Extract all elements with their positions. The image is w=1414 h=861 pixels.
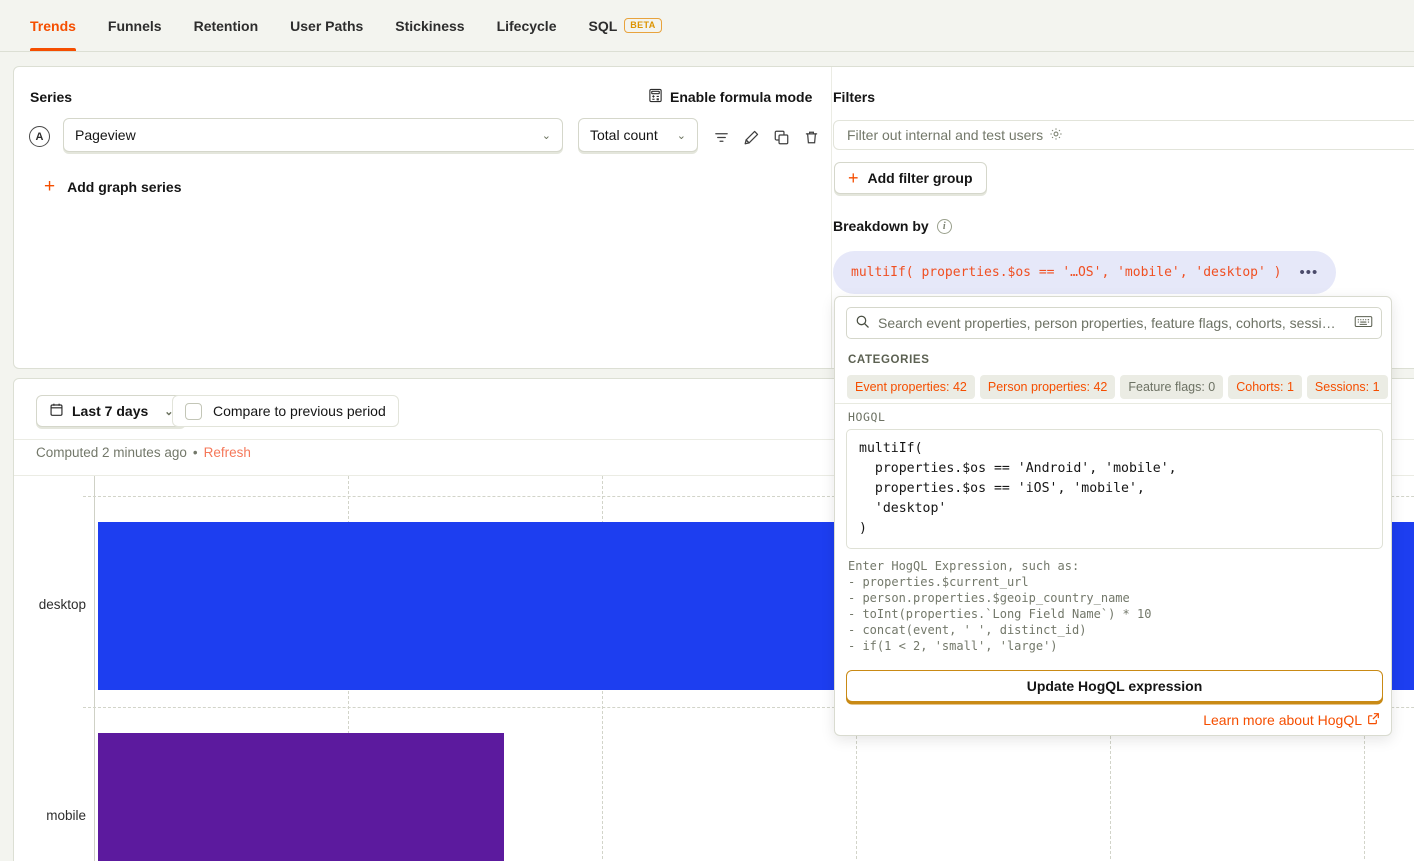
categories-label: CATEGORIES: [848, 354, 930, 366]
date-range-button[interactable]: Last 7 days ⌄: [36, 395, 186, 427]
tab-retention[interactable]: Retention: [178, 0, 275, 51]
tab-lifecycle[interactable]: Lifecycle: [481, 0, 573, 51]
bar-mobile[interactable]: [98, 733, 504, 861]
breakdown-heading: Breakdown by i: [833, 218, 952, 234]
y-axis-line: [94, 476, 95, 861]
tab-stickiness[interactable]: Stickiness: [379, 0, 480, 51]
math-select-value: Total count: [590, 127, 658, 143]
breakdown-label: Breakdown by: [833, 218, 929, 234]
hogql-help-text: Enter HogQL Expression, such as: - prope…: [848, 558, 1378, 654]
series-letter-badge: A: [29, 126, 50, 147]
search-input[interactable]: [878, 315, 1346, 331]
computed-status: Computed 2 minutes ago • Refresh: [36, 445, 251, 460]
calculator-icon: [648, 88, 663, 106]
learn-more-hogql-link[interactable]: Learn more about HogQL: [1203, 712, 1380, 728]
filter-internal-users-field[interactable]: Filter out internal and test users: [833, 120, 1414, 150]
add-filter-group-label: Add filter group: [868, 170, 973, 186]
hogql-section-label: HOGQL: [848, 410, 886, 424]
plus-icon: +: [848, 169, 859, 187]
event-select[interactable]: Pageview ⌄: [63, 118, 563, 152]
breakdown-expression: multiIf( properties.$os == '…OS', 'mobil…: [851, 265, 1281, 280]
plus-icon: +: [44, 177, 55, 196]
category-chip-list: Event properties: 42 Person properties: …: [847, 375, 1385, 399]
compare-checkbox[interactable]: [185, 403, 202, 420]
chip-event-properties[interactable]: Event properties: 42: [847, 375, 975, 399]
pencil-icon[interactable]: [740, 126, 762, 148]
tab-label: Lifecycle: [497, 18, 557, 34]
axis-tick-label: mobile: [15, 808, 86, 823]
event-select-value: Pageview: [75, 127, 136, 143]
filter-icon[interactable]: [710, 126, 732, 148]
breakdown-hogql-pill[interactable]: multiIf( properties.$os == '…OS', 'mobil…: [833, 251, 1336, 294]
add-graph-series-button[interactable]: + Add graph series: [38, 173, 187, 200]
tab-label: Stickiness: [395, 18, 464, 34]
internal-users-label: Filter out internal and test users: [847, 127, 1043, 143]
analysis-type-tabbar: Trends Funnels Retention User Paths Stic…: [0, 0, 1414, 52]
beta-badge: BETA: [624, 18, 661, 33]
math-aggregation-select[interactable]: Total count ⌄: [578, 118, 698, 152]
ellipsis-icon[interactable]: •••: [1299, 265, 1318, 280]
tab-sql[interactable]: SQL BETA: [573, 0, 678, 51]
panel-divider: [831, 67, 832, 368]
add-filter-group-button[interactable]: + Add filter group: [834, 162, 987, 194]
info-icon[interactable]: i: [937, 219, 952, 234]
series-actions: [710, 126, 822, 148]
enable-formula-mode-button[interactable]: Enable formula mode: [648, 88, 812, 106]
search-icon: [855, 314, 870, 332]
update-hogql-expression-button[interactable]: Update HogQL expression: [846, 670, 1383, 702]
series-heading: Series: [30, 89, 72, 105]
gear-icon[interactable]: [1049, 127, 1063, 144]
refresh-link[interactable]: Refresh: [204, 445, 251, 460]
computed-text: Computed 2 minutes ago: [36, 445, 187, 460]
date-range-label: Last 7 days: [72, 403, 148, 419]
chevron-down-icon: ⌄: [677, 129, 686, 142]
chip-person-properties[interactable]: Person properties: 42: [980, 375, 1116, 399]
chip-cohorts[interactable]: Cohorts: 1: [1228, 375, 1302, 399]
divider: [835, 403, 1391, 404]
compare-previous-period-toggle[interactable]: Compare to previous period: [172, 395, 399, 427]
taxonomic-filter-popover: CATEGORIES Event properties: 42 Person p…: [834, 296, 1392, 736]
chevron-down-icon: ⌄: [542, 129, 551, 142]
keyboard-icon[interactable]: [1354, 314, 1373, 332]
chip-sessions[interactable]: Sessions: 1: [1307, 375, 1388, 399]
tab-label: User Paths: [290, 18, 363, 34]
filters-heading: Filters: [833, 89, 875, 105]
add-series-label: Add graph series: [67, 179, 181, 195]
external-link-icon: [1367, 712, 1380, 728]
separator-dot: •: [193, 445, 198, 460]
formula-mode-label: Enable formula mode: [670, 89, 812, 105]
tab-label: Funnels: [108, 18, 162, 34]
learn-more-label: Learn more about HogQL: [1203, 712, 1362, 728]
compare-label: Compare to previous period: [213, 403, 386, 419]
hogql-expression-editor[interactable]: [846, 429, 1383, 549]
tab-trends[interactable]: Trends: [14, 0, 92, 51]
tab-label: SQL: [589, 18, 618, 34]
tab-funnels[interactable]: Funnels: [92, 0, 178, 51]
search-row[interactable]: [846, 307, 1382, 339]
tab-label: Retention: [194, 18, 259, 34]
trash-icon[interactable]: [800, 126, 822, 148]
tab-label: Trends: [30, 18, 76, 34]
calendar-icon: [49, 402, 64, 420]
chip-feature-flags[interactable]: Feature flags: 0: [1120, 375, 1223, 399]
tab-user-paths[interactable]: User Paths: [274, 0, 379, 51]
axis-tick-label: desktop: [15, 597, 86, 612]
duplicate-icon[interactable]: [770, 126, 792, 148]
